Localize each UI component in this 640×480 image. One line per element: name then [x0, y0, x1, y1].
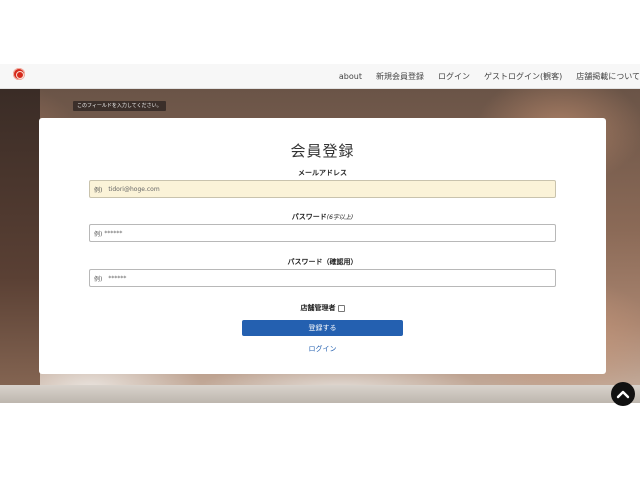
password-confirm-label: パスワード（確認用）	[287, 258, 358, 266]
page-title: 会員登録	[290, 142, 355, 160]
validation-tooltip: このフィールドを入力してください。	[73, 101, 166, 111]
hero-board	[0, 89, 40, 403]
nav-link-guest-login[interactable]: ゲストログイン(観客)	[484, 71, 562, 82]
password-note: (6字以上)	[326, 214, 354, 221]
password-confirm-field[interactable]: 例) ******	[89, 269, 556, 287]
owner-label: 店舗管理者	[300, 304, 336, 312]
signup-card: 会員登録 メールアドレス 例) tidori@hoge.com パスワード(6字…	[39, 118, 606, 374]
password-label-text: パスワード	[291, 213, 327, 221]
owner-row: 店舗管理者	[39, 303, 606, 313]
password-value: ******	[104, 229, 123, 237]
nav-links: about 新規会員登録 ログイン ゲストログイン(観客) 店舗掲載について	[325, 64, 640, 89]
nav-link-signup[interactable]: 新規会員登録	[376, 71, 424, 82]
password-prefix: 例)	[94, 230, 103, 238]
nav-link-store-listing[interactable]: 店舗掲載について	[576, 71, 640, 82]
submit-button[interactable]: 登録する	[242, 320, 403, 336]
logo-icon[interactable]	[13, 68, 25, 80]
password-confirm-value: ******	[108, 274, 127, 282]
email-value: tidori@hoge.com	[108, 185, 160, 193]
nav-link-about[interactable]: about	[339, 72, 362, 81]
email-prefix: 例)	[94, 186, 103, 194]
scroll-top-button[interactable]	[611, 382, 635, 406]
password-confirm-prefix: 例)	[94, 275, 103, 283]
hero-strip	[0, 385, 640, 403]
password-field[interactable]: 例) ******	[89, 224, 556, 242]
login-link[interactable]: ログイン	[39, 344, 606, 354]
owner-checkbox[interactable]	[337, 304, 345, 312]
password-label: パスワード(6字以上)	[39, 212, 606, 222]
email-field[interactable]: 例) tidori@hoge.com	[89, 180, 556, 198]
chevron-up-icon	[616, 390, 630, 399]
navbar: about 新規会員登録 ログイン ゲストログイン(観客) 店舗掲載について	[0, 64, 640, 89]
nav-link-login[interactable]: ログイン	[438, 71, 470, 82]
email-label: メールアドレス	[298, 169, 347, 177]
